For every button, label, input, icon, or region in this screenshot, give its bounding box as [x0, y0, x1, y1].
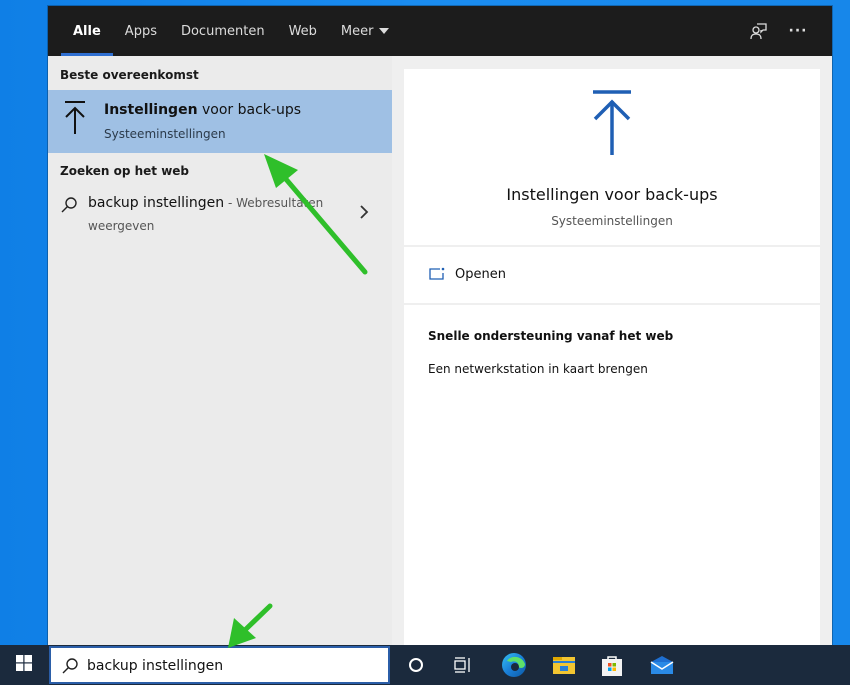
tab-all[interactable]: Alle	[61, 6, 113, 56]
search-icon	[61, 657, 79, 679]
search-flyout: Alle Apps Documenten Web Meer ··· Beste …	[48, 6, 832, 646]
start-button[interactable]	[0, 645, 48, 685]
caret-down-icon	[379, 28, 390, 34]
web-result-line2: weergeven	[88, 219, 155, 233]
tab-apps[interactable]: Apps	[113, 6, 169, 56]
backup-upload-arrow-icon	[62, 100, 88, 140]
best-match-title: Instellingen voor back-ups	[104, 102, 301, 118]
best-match-result[interactable]: Instellingen voor back-ups Systeeminstel…	[48, 90, 392, 153]
mail-icon[interactable]	[646, 649, 678, 681]
tab-label: Meer	[340, 23, 374, 39]
best-match-title-rest: voor back-ups	[197, 102, 301, 118]
web-help-link[interactable]: Een netwerkstation in kaart brengen	[428, 362, 648, 376]
preview-title: Instellingen voor back-ups	[506, 185, 718, 204]
tab-label: Apps	[124, 23, 157, 39]
feedback-icon[interactable]	[746, 19, 770, 43]
preview-pane: Instellingen voor back-ups Systeeminstel…	[392, 56, 832, 646]
preview-actions-card: Openen	[404, 247, 820, 303]
web-search-header: Zoeken op het web	[60, 164, 190, 178]
backup-upload-arrow-icon	[590, 89, 634, 163]
web-search-result[interactable]: backup instellingen - Webresultaten weer…	[48, 190, 392, 240]
taskbar	[0, 645, 850, 685]
tab-label: Web	[288, 23, 317, 39]
tab-more[interactable]: Meer	[329, 6, 402, 56]
web-result-text: backup instellingen - Webresultaten	[88, 195, 323, 211]
open-action-label: Openen	[455, 267, 506, 282]
web-result-suffix: - Webresultaten	[224, 196, 324, 210]
windows-logo-icon	[16, 655, 32, 675]
taskbar-search-box[interactable]	[49, 646, 390, 684]
microsoft-store-icon[interactable]	[596, 649, 628, 681]
more-options-icon[interactable]: ···	[786, 19, 810, 43]
tab-documents[interactable]: Documenten	[169, 6, 277, 56]
chevron-right-icon[interactable]	[358, 204, 370, 224]
results-pane: Beste overeenkomst Instellingen voor bac…	[48, 56, 392, 646]
tab-label: Alle	[73, 23, 101, 39]
best-match-title-bold: Instellingen	[104, 102, 198, 118]
search-tabs: Alle Apps Documenten Web Meer	[61, 6, 401, 56]
tab-web[interactable]: Web	[277, 6, 329, 56]
search-input[interactable]	[87, 654, 377, 678]
web-help-card: Snelle ondersteuning vanaf het web Een n…	[404, 305, 820, 646]
web-help-heading: Snelle ondersteuning vanaf het web	[428, 329, 674, 343]
best-match-header: Beste overeenkomst	[60, 68, 199, 82]
open-window-icon	[428, 266, 446, 286]
web-result-query: backup instellingen	[88, 195, 225, 211]
open-action[interactable]: Openen	[404, 247, 820, 303]
preview-subtitle: Systeeminstellingen	[551, 214, 673, 228]
preview-hero-card: Instellingen voor back-ups Systeeminstel…	[404, 69, 820, 245]
search-icon	[60, 196, 78, 218]
search-filter-bar: Alle Apps Documenten Web Meer ···	[48, 6, 832, 56]
best-match-subtitle: Systeeminstellingen	[104, 127, 226, 141]
tab-label: Documenten	[180, 23, 265, 39]
cortana-icon[interactable]	[400, 649, 432, 681]
edge-icon[interactable]	[498, 649, 530, 681]
task-view-icon[interactable]	[447, 649, 479, 681]
more-options-label: ···	[788, 23, 808, 39]
file-explorer-icon[interactable]	[548, 649, 580, 681]
